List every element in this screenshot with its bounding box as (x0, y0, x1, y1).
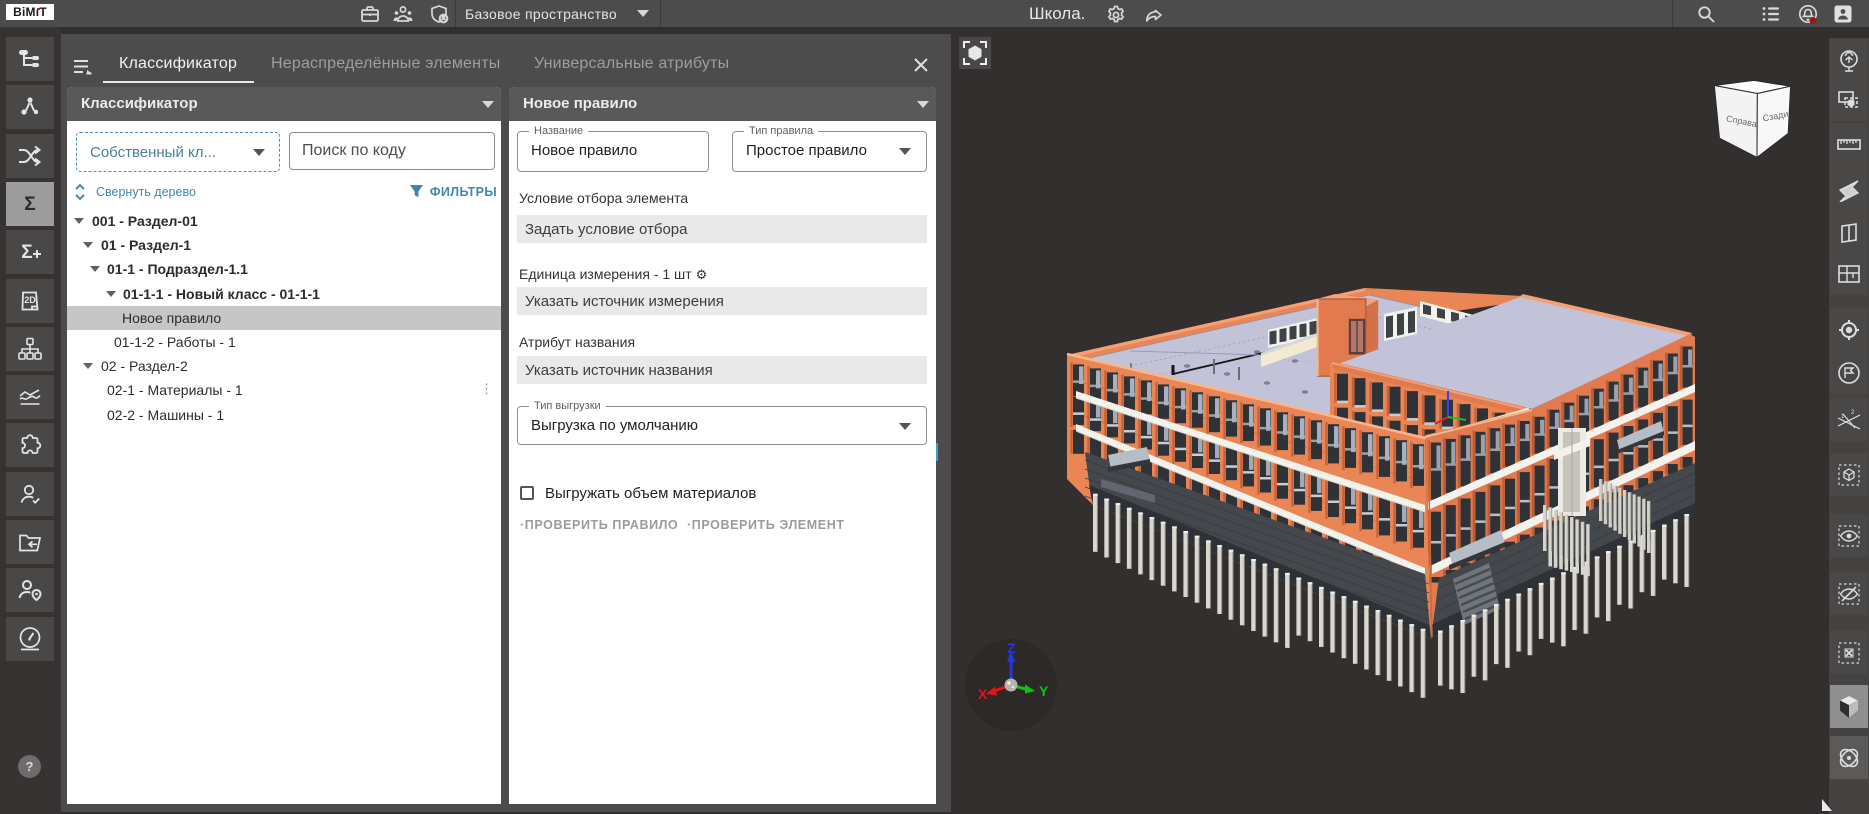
svg-text:Σ: Σ (24, 194, 35, 215)
svg-text:Y: Y (1039, 683, 1049, 699)
svg-text:Z: Z (1007, 640, 1016, 656)
svg-text:Σ: Σ (21, 242, 32, 263)
svg-text:2D: 2D (24, 295, 36, 305)
svg-text:2: 2 (1851, 410, 1855, 416)
svg-text:X: X (978, 686, 988, 702)
